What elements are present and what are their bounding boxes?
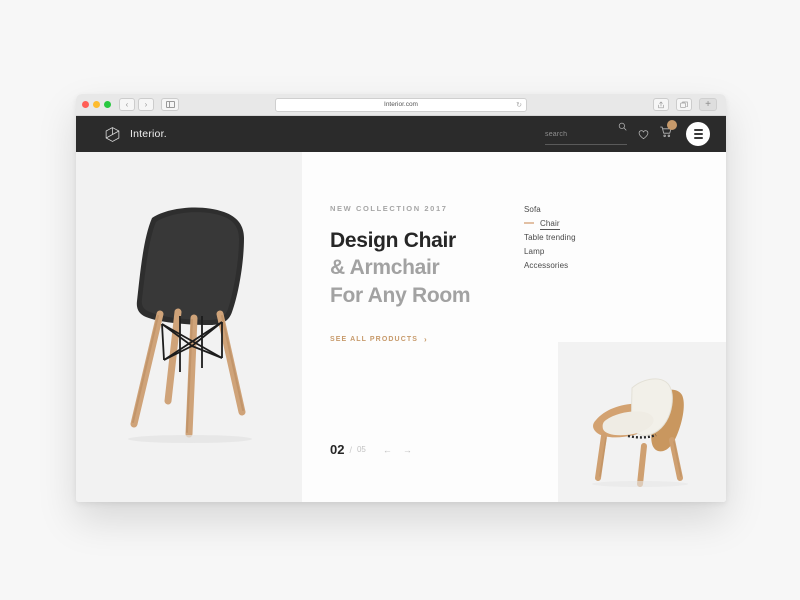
- hamburger-line: [693, 129, 703, 131]
- address-bar[interactable]: Interior.com ↻: [275, 97, 527, 112]
- prev-slide-button[interactable]: ←: [383, 446, 392, 455]
- hero-image-panel: [76, 152, 302, 502]
- next-slide-button[interactable]: →: [403, 446, 412, 455]
- category-menu: Sofa Chair Table trending Lamp Accessori…: [524, 202, 634, 273]
- chevron-right-icon: ›: [424, 334, 428, 344]
- secondary-product-card[interactable]: [558, 342, 726, 502]
- heart-icon[interactable]: [638, 129, 649, 140]
- close-window-button[interactable]: [82, 101, 89, 108]
- maximize-window-button[interactable]: [104, 101, 111, 108]
- category-item-chair[interactable]: Chair: [524, 216, 634, 230]
- see-all-products-link[interactable]: SEE ALL PRODUCTS ›: [330, 335, 428, 344]
- site-navbar: Interior.: [76, 116, 726, 152]
- cta-label: SEE ALL PRODUCTS: [330, 335, 418, 343]
- search-field[interactable]: [545, 122, 627, 145]
- category-item-sofa[interactable]: Sofa: [524, 202, 634, 216]
- hamburger-line: [693, 133, 703, 135]
- cart-badge: [667, 120, 677, 130]
- navbar-actions: [545, 120, 710, 146]
- tabs-icon: [680, 101, 688, 108]
- category-label: Chair: [540, 218, 560, 230]
- new-tab-button[interactable]: +: [699, 98, 717, 111]
- page-stage: NEW COLLECTION 2017 Design Chair & Armch…: [76, 152, 726, 502]
- show-tabs-button[interactable]: [676, 98, 692, 111]
- brand-logo[interactable]: Interior.: [104, 126, 167, 143]
- category-label: Lamp: [524, 247, 545, 257]
- traffic-lights: [82, 101, 111, 108]
- hero-product-image[interactable]: [90, 196, 290, 446]
- share-button[interactable]: [653, 98, 669, 111]
- search-icon[interactable]: [618, 122, 627, 131]
- category-item-accessories[interactable]: Accessories: [524, 259, 634, 273]
- total-slides: 05: [356, 445, 366, 454]
- back-button[interactable]: ‹: [119, 98, 135, 111]
- pagination-separator: /: [349, 445, 352, 456]
- category-item-lamp[interactable]: Lamp: [524, 245, 634, 259]
- hamburger-menu-button[interactable]: [686, 122, 710, 146]
- sidebar-icon: [165, 101, 175, 108]
- slide-pagination: 02 / 05 ← →: [330, 443, 412, 456]
- hexagon-cube-icon: [105, 126, 120, 142]
- headline-line-3: For Any Room: [330, 283, 471, 307]
- browser-window: ‹ › Interior.com ↻ + Interior. search NE…: [76, 94, 726, 502]
- active-dash-icon: [524, 222, 534, 224]
- search-input[interactable]: [545, 131, 607, 138]
- hamburger-line: [693, 137, 703, 139]
- reload-icon[interactable]: ↻: [516, 101, 522, 109]
- sidebar-toggle-button[interactable]: [161, 98, 179, 111]
- brand-name: Interior.: [130, 128, 167, 140]
- chrome-right-controls: +: [653, 98, 720, 111]
- category-label: Sofa: [524, 204, 541, 214]
- category-label: Table trending: [524, 232, 576, 242]
- share-icon: [658, 101, 664, 108]
- category-item-table-trending[interactable]: Table trending: [524, 230, 634, 244]
- hero-content: NEW COLLECTION 2017 Design Chair & Armch…: [302, 152, 726, 502]
- secondary-product-image: [592, 378, 688, 487]
- browser-chrome: ‹ › Interior.com ↻ +: [76, 94, 726, 116]
- cart-button[interactable]: [660, 120, 677, 143]
- pagination-arrows: ← →: [383, 446, 412, 456]
- minimize-window-button[interactable]: [93, 101, 100, 108]
- current-slide: 02: [330, 442, 345, 457]
- url-text: Interior.com: [384, 101, 418, 108]
- category-label: Accessories: [524, 261, 569, 271]
- forward-button[interactable]: ›: [138, 98, 154, 111]
